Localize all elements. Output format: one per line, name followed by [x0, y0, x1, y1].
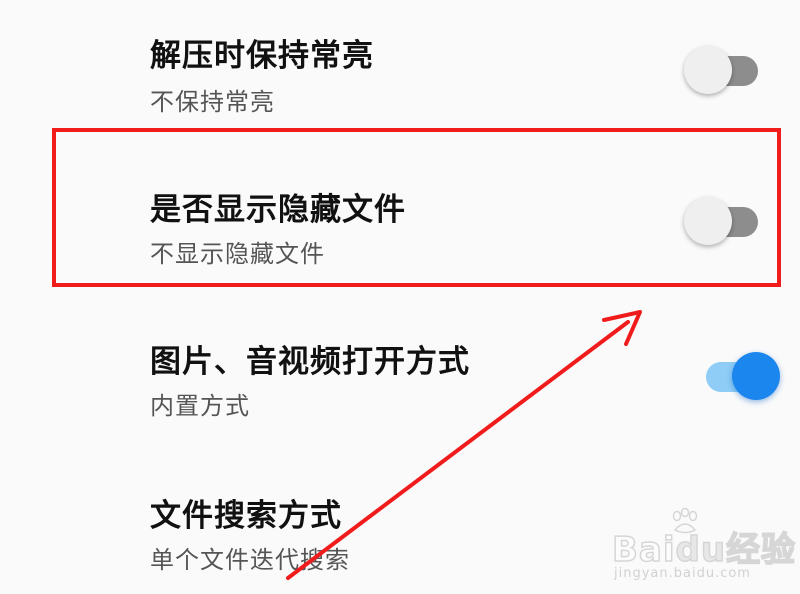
- watermark-logo: Baidu经验: [611, 529, 797, 571]
- setting-subtitle: 单个文件迭代搜索: [150, 546, 350, 574]
- setting-title: 图片、音视频打开方式: [150, 344, 470, 380]
- toggle-knob: [732, 352, 780, 400]
- setting-row-keep-screen-on[interactable]: 解压时保持常亮 不保持常亮: [0, 0, 800, 120]
- settings-screen: 解压时保持常亮 不保持常亮 是否显示隐藏文件 不显示隐藏文件 图片、音视频打开方…: [0, 0, 800, 594]
- toggle-knob: [684, 46, 732, 94]
- setting-title: 解压时保持常亮: [150, 38, 374, 74]
- watermark-url: jingyan.baidu.com: [614, 566, 751, 581]
- annotation-highlight-box: [52, 128, 781, 287]
- baidu-jingyan-watermark: Baidu经验 jingyan.baidu.com: [611, 508, 796, 588]
- setting-subtitle: 内置方式: [150, 392, 250, 420]
- setting-title: 文件搜索方式: [150, 498, 342, 534]
- setting-subtitle: 不保持常亮: [150, 88, 275, 116]
- setting-row-media-open-mode[interactable]: 图片、音视频打开方式 内置方式: [0, 320, 800, 440]
